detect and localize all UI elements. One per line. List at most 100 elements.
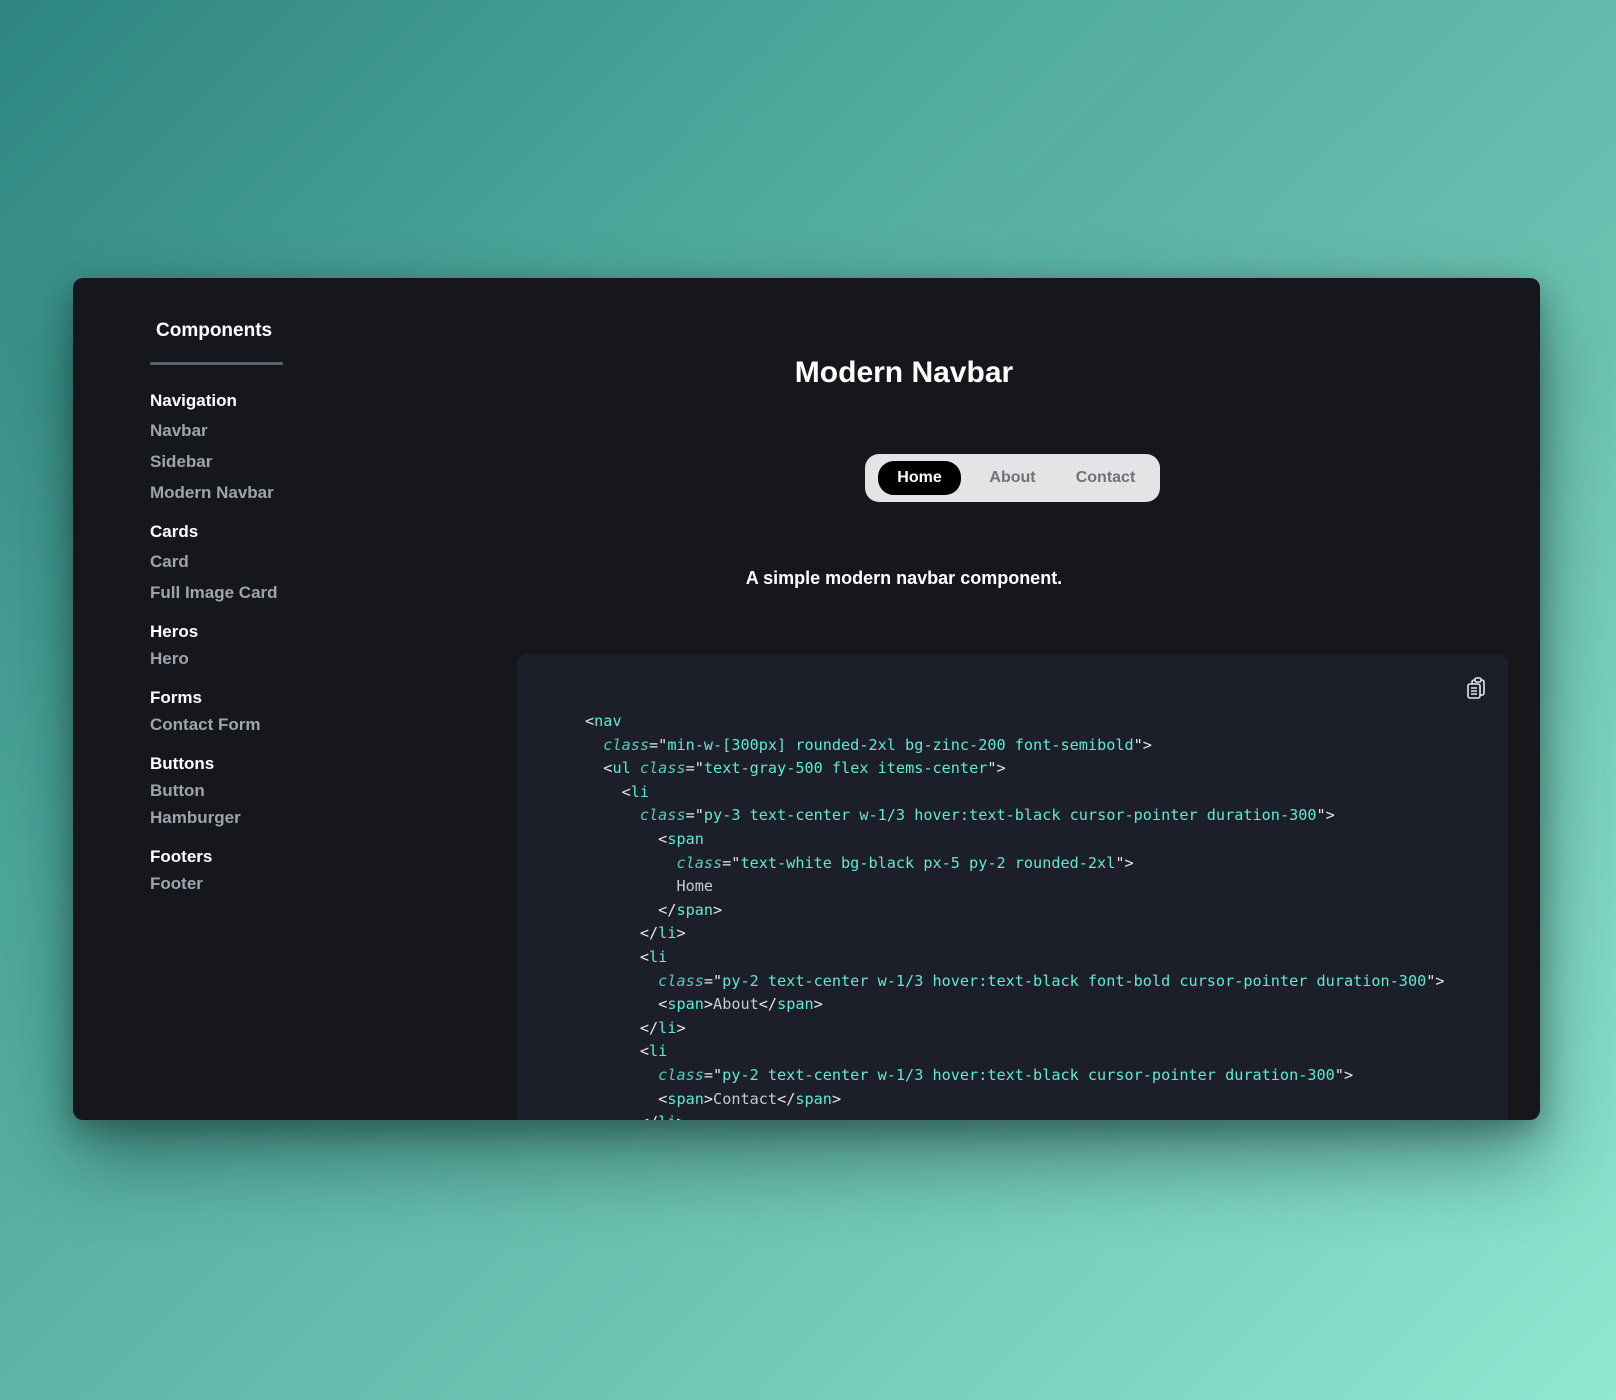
code-token: > xyxy=(713,900,723,919)
code-token: < xyxy=(585,712,595,730)
code-line: <span>Contact</span> xyxy=(585,1088,1445,1112)
code-token: "> xyxy=(1334,1065,1354,1084)
code-line: <span xyxy=(585,828,1445,852)
code-token: =" xyxy=(685,759,704,778)
code-token: </ xyxy=(639,924,659,943)
code-line: </li> xyxy=(585,1111,1445,1120)
main-content: Modern Navbar Home About Contact A simple … xyxy=(403,278,1540,1120)
demo-nav-home[interactable]: Home xyxy=(873,461,966,495)
sidebar-group-title: Cards xyxy=(150,522,199,541)
code-line: <nav xyxy=(585,710,1445,734)
code-line: <li xyxy=(585,1040,1445,1064)
code-token: class xyxy=(676,853,723,872)
code-line: <li xyxy=(585,946,1445,970)
code-line: <ul class="text-gray-500 flex items-cent… xyxy=(585,757,1445,781)
code-token: =" xyxy=(703,1065,723,1084)
sidebar-item-sidebar[interactable]: Sidebar xyxy=(150,451,278,473)
code-line: </li> xyxy=(585,922,1445,946)
sidebar-group-navigation: Navigation Navbar Sidebar Modern Navbar xyxy=(150,390,278,504)
code-token: span xyxy=(667,1089,704,1108)
sidebar-item-hero[interactable]: Hero xyxy=(150,648,278,670)
code-token: li xyxy=(649,1042,668,1061)
code-token: </ xyxy=(639,1018,659,1037)
code-line: Home xyxy=(585,875,1445,899)
code-token: span xyxy=(676,900,714,919)
code-token: py-2 text-center w-1/3 hover:text-black … xyxy=(722,1065,1335,1084)
code-token: < xyxy=(639,1042,650,1061)
code-token: > xyxy=(813,995,823,1014)
sidebar-title: Components xyxy=(156,320,273,341)
sidebar-item-button[interactable]: Button xyxy=(150,780,278,802)
sidebar-item-footer[interactable]: Footer xyxy=(150,873,278,895)
code-token: About xyxy=(713,995,759,1014)
copy-code-button[interactable] xyxy=(1466,676,1488,700)
code-token: < xyxy=(658,1089,668,1108)
sidebar-item-full-image-card[interactable]: Full Image Card xyxy=(150,582,278,604)
demo-nav-label: Home xyxy=(878,461,961,495)
code-token: class xyxy=(639,806,686,825)
code-token: =" xyxy=(722,853,741,872)
code-token: span xyxy=(795,1089,832,1108)
page-title: Modern Navbar xyxy=(794,356,1014,389)
sidebar-group-footers: Footers Footer xyxy=(150,846,278,895)
demo-nav-about[interactable]: About xyxy=(966,469,1059,487)
code-line: </li> xyxy=(585,1017,1445,1041)
sidebar-group-title: Forms xyxy=(150,688,202,707)
code-token: li xyxy=(658,1018,677,1037)
code-line: class="py-2 text-center w-1/3 hover:text… xyxy=(585,1064,1445,1088)
code-token: </ xyxy=(658,900,677,919)
component-description: A simple modern navbar component. xyxy=(745,568,1063,588)
demo-nav-label: Contact xyxy=(1075,469,1136,486)
sidebar-item-modern-navbar[interactable]: Modern Navbar xyxy=(150,482,278,504)
code-token: class xyxy=(658,1065,704,1084)
code-token: nav xyxy=(594,712,622,730)
sidebar-divider xyxy=(150,362,283,365)
code-token: < xyxy=(621,782,631,801)
code-token: =" xyxy=(649,735,668,754)
sidebar-group-title: Buttons xyxy=(150,754,215,773)
code-token: text-white bg-black px-5 py-2 rounded-2x… xyxy=(740,853,1116,872)
app-window: Components Navigation Navbar Sidebar Modern… xyxy=(73,278,1540,1120)
code-token: "> xyxy=(1133,735,1152,754)
demo-navbar-preview: Home About Contact xyxy=(865,454,1160,502)
code-token: span xyxy=(777,995,814,1014)
code-token: li xyxy=(630,782,650,801)
sidebar-item-navbar[interactable]: Navbar xyxy=(150,420,278,442)
sidebar-group-title: Footers xyxy=(150,847,213,866)
code-token: =" xyxy=(685,806,704,825)
code-token: < xyxy=(658,829,668,848)
code-token: > xyxy=(676,1113,685,1120)
code-snippet: <nav class="min-w-[300px] rounded-2xl bg… xyxy=(585,710,1445,1120)
code-line: </span> xyxy=(585,899,1445,923)
sidebar-group-cards: Cards Card Full Image Card xyxy=(150,521,278,604)
sidebar-group-heros: Heros Hero xyxy=(150,621,278,670)
sidebar-item-contact-form[interactable]: Contact Form xyxy=(150,714,278,736)
sidebar-group-buttons: Buttons Button Hamburger xyxy=(150,753,278,829)
code-token: class xyxy=(658,971,704,990)
code-line: <span>About</span> xyxy=(585,993,1445,1017)
code-token: Contact xyxy=(713,1089,778,1108)
code-token: py-3 text-center w-1/3 hover:text-black … xyxy=(703,806,1317,825)
code-token: "> xyxy=(1115,853,1134,872)
clipboard-icon xyxy=(1467,677,1485,699)
code-token: < xyxy=(658,995,668,1014)
sidebar-group-forms: Forms Contact Form xyxy=(150,687,278,736)
sidebar-item-card[interactable]: Card xyxy=(150,551,278,573)
code-token: > xyxy=(676,1018,686,1037)
code-token: min-w-[300px] rounded-2xl bg-zinc-200 fo… xyxy=(667,735,1134,754)
sidebar-nav: Navigation Navbar Sidebar Modern Navbar Card… xyxy=(150,390,278,912)
code-token: "> xyxy=(1426,971,1445,990)
code-token: ul xyxy=(612,759,640,778)
code-token: py-2 text-center w-1/3 hover:text-black … xyxy=(722,971,1427,990)
code-token: =" xyxy=(703,971,723,990)
code-token: li xyxy=(658,924,677,943)
code-token: "> xyxy=(987,759,1006,778)
code-line: class="py-3 text-center w-1/3 hover:text… xyxy=(585,804,1445,828)
code-token: </ xyxy=(777,1089,796,1108)
demo-nav-contact[interactable]: Contact xyxy=(1059,469,1152,487)
sidebar-item-hamburger[interactable]: Hamburger xyxy=(150,807,278,829)
code-token: </ xyxy=(640,1113,658,1120)
code-line: class="py-2 text-center w-1/3 hover:text… xyxy=(585,970,1445,994)
code-token: "> xyxy=(1316,806,1335,825)
code-token: > xyxy=(831,1089,842,1108)
